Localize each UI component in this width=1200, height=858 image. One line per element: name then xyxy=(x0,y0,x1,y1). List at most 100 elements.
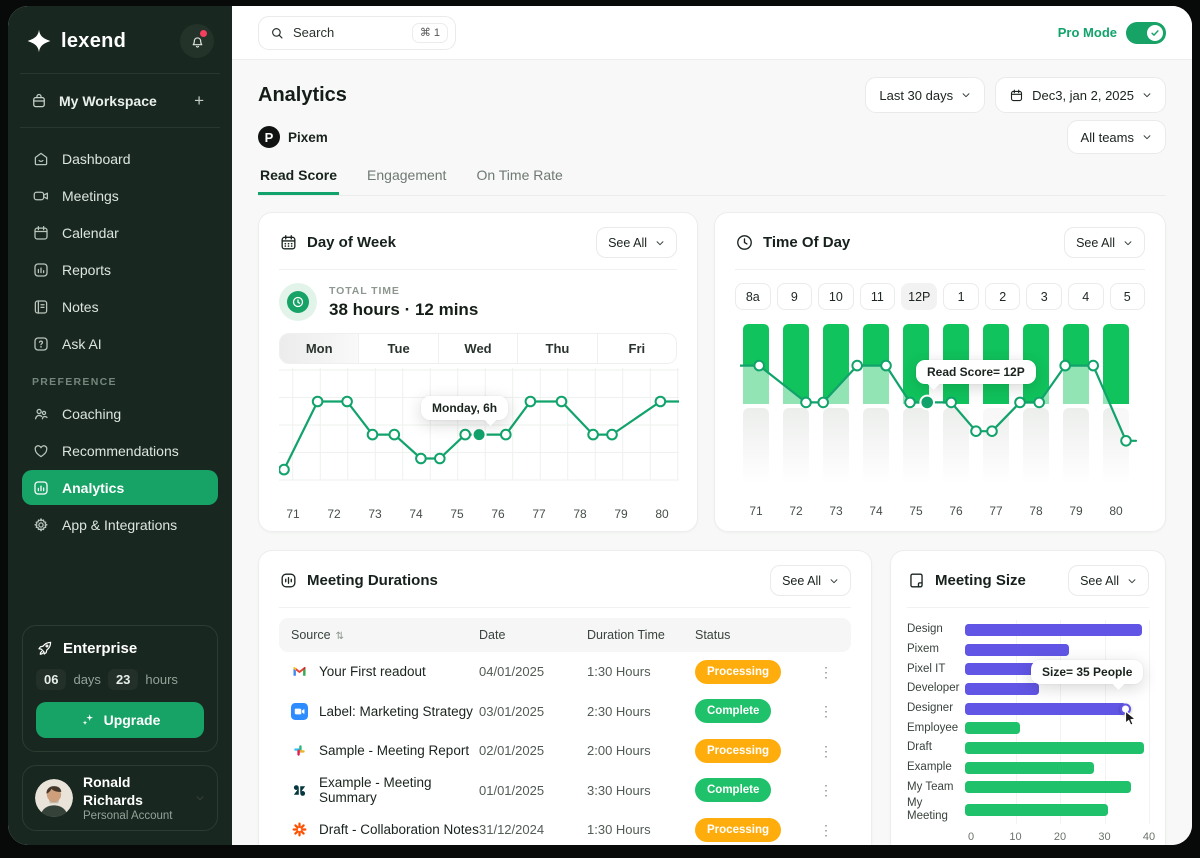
lexend-logo-icon xyxy=(26,28,52,54)
line-chart: 71727374757677787980 xyxy=(279,368,679,523)
bar[interactable] xyxy=(965,624,1142,636)
sort-icon: ⇅ xyxy=(336,631,344,642)
bar[interactable] xyxy=(965,781,1131,793)
time-of-day-card: Time Of Day See All 8a9101112P12345 7172… xyxy=(714,212,1166,532)
row-menu-button[interactable]: ⋮ xyxy=(813,743,839,759)
bar[interactable] xyxy=(965,804,1108,816)
day-tab-fri[interactable]: Fri xyxy=(598,334,676,363)
sidebar-nav: Dashboard Meetings Calendar Reports NotesAsk… xyxy=(22,141,218,361)
time-chip-2[interactable]: 2 xyxy=(985,283,1021,310)
status-badge: Complete xyxy=(695,778,771,802)
table-row[interactable]: Example - Meeting Summary01/01/20253:30 … xyxy=(279,771,851,811)
search-box[interactable]: ⌘ 1 xyxy=(258,16,456,50)
users-icon xyxy=(32,405,50,423)
date-picker-button[interactable]: Dec3, jan 2, 2025 xyxy=(995,77,1166,113)
row-menu-button[interactable]: ⋮ xyxy=(813,664,839,680)
search-input[interactable] xyxy=(291,24,405,41)
time-chip-5[interactable]: 5 xyxy=(1110,283,1146,310)
day-tab-wed[interactable]: Wed xyxy=(439,334,518,363)
time-chip-4[interactable]: 4 xyxy=(1068,283,1104,310)
all-teams-dropdown[interactable]: All teams xyxy=(1067,120,1166,154)
time-chip-9[interactable]: 9 xyxy=(777,283,813,310)
bar[interactable] xyxy=(965,683,1039,695)
sidebar-item-coaching[interactable]: Coaching xyxy=(22,396,218,431)
svg-text:73: 73 xyxy=(829,504,843,518)
see-all-meeting-size[interactable]: See All xyxy=(1068,565,1149,596)
table-row[interactable]: Your First readout04/01/20251:30 HoursPr… xyxy=(279,652,851,692)
analytics-icon xyxy=(32,479,50,497)
workspace-icon xyxy=(30,92,48,110)
column-source[interactable]: Source⇅ xyxy=(291,628,479,642)
enterprise-card: Enterprise 06 days 23 hours Upgrade xyxy=(22,625,218,752)
sidebar-item-recommendations[interactable]: Recommendations xyxy=(22,433,218,468)
sidebar-item-ask-ai[interactable]: Ask AI xyxy=(22,326,218,361)
meeting-date: 04/01/2025 xyxy=(479,664,587,679)
notifications-button[interactable] xyxy=(180,24,214,58)
sidebar-item-meetings[interactable]: Meetings xyxy=(22,178,218,213)
toggle-knob xyxy=(1147,25,1163,41)
x-tick: 10 xyxy=(1009,831,1021,843)
sidebar-item-notes[interactable]: Notes xyxy=(22,289,218,324)
time-chip-8a[interactable]: 8a xyxy=(735,283,771,310)
category-label: Pixem xyxy=(907,643,965,656)
svg-text:74: 74 xyxy=(869,504,883,518)
bar-line-chart: 71727374757677787980 xyxy=(740,316,1140,521)
x-tick: 0 xyxy=(968,831,974,843)
row-menu-button[interactable]: ⋮ xyxy=(813,782,839,798)
day-tab-mon[interactable]: Mon xyxy=(280,334,359,363)
x-axis: 010203040 xyxy=(971,829,1149,845)
search-shortcut-badge: ⌘ 1 xyxy=(412,23,448,43)
sidebar-item-dashboard[interactable]: Dashboard xyxy=(22,141,218,176)
bar[interactable] xyxy=(965,762,1094,774)
gmail-icon xyxy=(291,663,308,680)
add-workspace-button[interactable]: + xyxy=(188,91,210,110)
day-tab-thu[interactable]: Thu xyxy=(518,334,597,363)
see-all-day-of-week[interactable]: See All xyxy=(596,227,677,258)
team-name: Pixem xyxy=(288,130,328,145)
row-menu-button[interactable]: ⋮ xyxy=(813,822,839,838)
table-row[interactable]: Sample - Meeting Report02/01/20252:00 Ho… xyxy=(279,731,851,771)
time-chip-11[interactable]: 11 xyxy=(860,283,896,310)
sidebar-item-calendar[interactable]: Calendar xyxy=(22,215,218,250)
bar[interactable] xyxy=(965,722,1020,734)
table-row[interactable]: Draft - Collaboration Notes31/12/20241:3… xyxy=(279,810,851,845)
profile-card[interactable]: Ronald Richards Personal Account xyxy=(22,765,218,831)
divider xyxy=(20,127,220,128)
sidebar-item-reports[interactable]: Reports xyxy=(22,252,218,287)
time-chip-1[interactable]: 1 xyxy=(943,283,979,310)
upgrade-button[interactable]: Upgrade xyxy=(36,702,204,738)
category-label: Designer xyxy=(907,702,965,715)
meeting-date: 03/01/2025 xyxy=(479,704,587,719)
time-chip-12p[interactable]: 12P xyxy=(901,283,937,310)
see-all-time-of-day[interactable]: See All xyxy=(1064,227,1145,258)
column-date: Date xyxy=(479,628,587,642)
pro-mode-toggle[interactable] xyxy=(1126,22,1166,44)
tab-on-time-rate[interactable]: On Time Rate xyxy=(474,160,564,195)
row-menu-button[interactable]: ⋮ xyxy=(813,703,839,719)
bar[interactable] xyxy=(965,644,1069,656)
time-chip-3[interactable]: 3 xyxy=(1026,283,1062,310)
sidebar-item-label: Meetings xyxy=(62,188,119,204)
bar[interactable] xyxy=(965,742,1144,754)
sidebar-item-label: Reports xyxy=(62,262,111,278)
card-title: Meeting Size xyxy=(935,572,1026,589)
time-chip-10[interactable]: 10 xyxy=(818,283,854,310)
tab-engagement[interactable]: Engagement xyxy=(365,160,448,195)
category-label: My Meeting xyxy=(907,797,965,823)
meetings-table: Source⇅ Date Duration Time Status Your F… xyxy=(279,618,851,845)
tab-read-score[interactable]: Read Score xyxy=(258,160,339,195)
bar[interactable] xyxy=(965,703,1126,715)
date-range-dropdown[interactable]: Last 30 days xyxy=(865,77,985,113)
logo: lexend xyxy=(22,22,218,60)
sidebar-item-label: Analytics xyxy=(62,480,124,496)
see-all-meeting-durations[interactable]: See All xyxy=(770,565,851,596)
category-label: Design xyxy=(907,623,965,636)
day-tab-tue[interactable]: Tue xyxy=(359,334,438,363)
days-value: 06 xyxy=(36,669,66,690)
sidebar-item-analytics[interactable]: Analytics xyxy=(22,470,218,505)
column-duration: Duration Time xyxy=(587,628,695,642)
sidebar-item-my-workspace[interactable]: My Workspace + xyxy=(22,87,218,114)
card-title: Meeting Durations xyxy=(307,572,438,589)
table-row[interactable]: Label: Marketing Strategy03/01/20252:30 … xyxy=(279,692,851,732)
sidebar-item-app-integrations[interactable]: App & Integrations xyxy=(22,507,218,542)
